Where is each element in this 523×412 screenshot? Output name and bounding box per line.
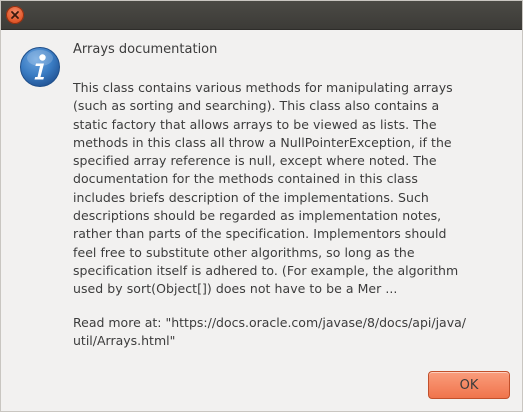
message-line: specified array reference is null, excep… [73,153,437,169]
message-line: includes briefs description of the imple… [73,189,429,205]
title-bar[interactable] [1,1,522,30]
dialog-title: Arrays documentation [73,42,218,57]
message-line: descriptions should be regarded as imple… [73,208,442,224]
dialog-window: Arrays documentation This class contains… [0,0,523,412]
message-line: documentation for the methods contained … [73,171,418,187]
message-line: (such as sorting and searching). This cl… [73,98,440,114]
message-line: static factory that allows arrays to be … [73,116,437,132]
close-button[interactable] [6,6,24,24]
read-more-text: Read more at: "https://docs.oracle.com/j… [73,314,515,351]
read-more-line: Read more at: "https://docs.oracle.com/j… [73,315,466,330]
message-line: specification itself is adhered to. (For… [73,262,459,278]
close-icon [11,11,19,19]
message-line: feel free to substitute other algorithms… [73,244,415,260]
message-line: methods in this class all throw a NullPo… [73,134,452,150]
message-line: rather than parts of the specification. … [73,226,447,242]
ok-button[interactable]: OK [428,371,510,399]
read-more-line: util/Arrays.html" [73,333,176,349]
info-icon [20,47,60,87]
message-line: used by sort(Object[]) does not have to … [73,281,398,297]
message-line: This class contains various methods for … [73,80,453,95]
dialog-message: This class contains various methods for … [73,79,515,299]
